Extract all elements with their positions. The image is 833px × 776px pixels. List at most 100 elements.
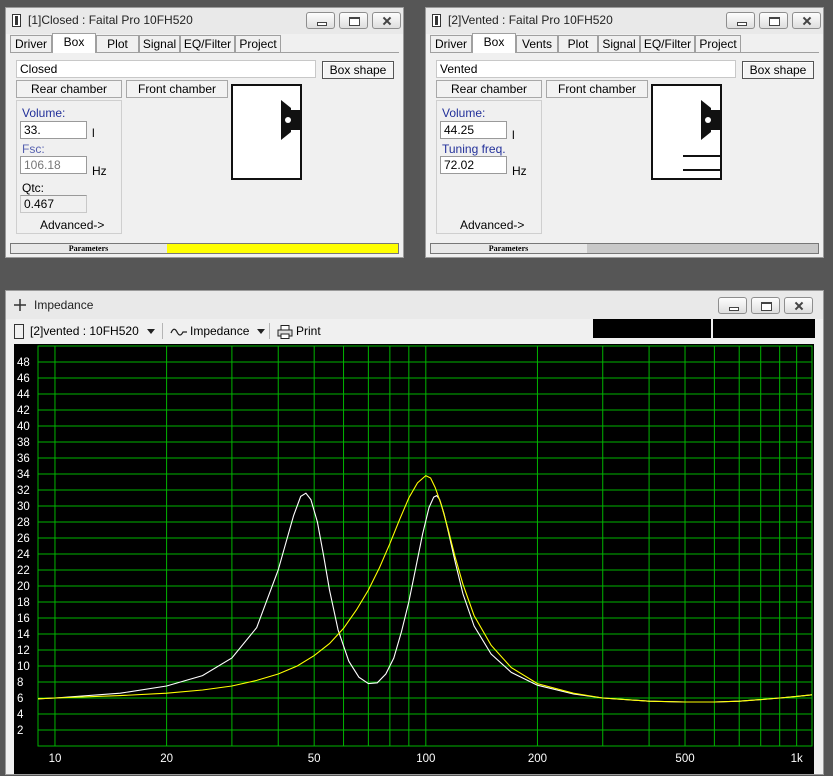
x-tick-label: 50 bbox=[308, 753, 321, 765]
tuning-freq-label: Tuning freq. bbox=[442, 142, 506, 156]
qtc-value: 0.467 bbox=[20, 195, 87, 213]
impedance-window: Impedance [2]vented : 10FH520 Impedance … bbox=[5, 290, 824, 775]
status-indicator bbox=[587, 244, 818, 253]
impedance-series-2 bbox=[37, 474, 813, 703]
closed-tabbar: Driver Box Plot Signal EQ/Filter Project bbox=[10, 33, 399, 53]
speaker-driver-icon bbox=[281, 100, 300, 140]
tab-project[interactable]: Project bbox=[235, 35, 281, 52]
box-type-field[interactable]: Vented bbox=[436, 60, 736, 78]
tab-plot[interactable]: Plot bbox=[96, 35, 139, 52]
y-tick-label: 40 bbox=[17, 421, 30, 433]
box-shape-button[interactable]: Box shape bbox=[322, 61, 394, 79]
cursor-readout-right bbox=[713, 319, 815, 338]
front-chamber-button[interactable]: Front chamber bbox=[546, 80, 648, 98]
fsc-unit: Hz bbox=[92, 164, 107, 178]
maximize-button[interactable] bbox=[751, 297, 780, 314]
project-select-value: [2]vented : 10FH520 bbox=[30, 324, 139, 338]
closed-window-titlebar[interactable]: [1]Closed : Faital Pro 10FH520 bbox=[6, 8, 403, 34]
x-tick-label: 100 bbox=[416, 753, 435, 765]
maximize-button[interactable] bbox=[339, 12, 368, 29]
tab-eq-filter[interactable]: EQ/Filter bbox=[180, 35, 235, 52]
chevron-down-icon bbox=[146, 329, 155, 335]
y-tick-label: 20 bbox=[17, 581, 30, 593]
close-button[interactable] bbox=[792, 12, 821, 29]
minimize-button[interactable] bbox=[306, 12, 335, 29]
print-button[interactable]: Print bbox=[277, 321, 321, 341]
minimize-button[interactable] bbox=[718, 297, 747, 314]
y-tick-label: 2 bbox=[17, 725, 23, 737]
close-button[interactable] bbox=[372, 12, 401, 29]
fsc-label: Fsc: bbox=[22, 142, 45, 156]
tab-box[interactable]: Box bbox=[52, 33, 96, 53]
volume-input[interactable]: 44.25 bbox=[440, 121, 507, 139]
box-type-field[interactable]: Closed bbox=[16, 60, 316, 78]
vented-tabbar: Driver Box Vents Plot Signal EQ/Filter P… bbox=[430, 33, 819, 53]
crosshair-icon bbox=[14, 299, 26, 311]
y-tick-label: 44 bbox=[17, 389, 30, 401]
maximize-button[interactable] bbox=[759, 12, 788, 29]
chevron-down-icon bbox=[257, 329, 266, 335]
y-tick-label: 18 bbox=[17, 597, 30, 609]
tuning-freq-unit: Hz bbox=[512, 164, 527, 178]
vented-box-diagram bbox=[651, 84, 722, 180]
front-chamber-button[interactable]: Front chamber bbox=[126, 80, 228, 98]
x-tick-label: 20 bbox=[160, 753, 173, 765]
closed-box-window: [1]Closed : Faital Pro 10FH520 Driver Bo… bbox=[5, 7, 404, 258]
project-select[interactable]: [2]vented : 10FH520 bbox=[14, 321, 155, 341]
y-tick-label: 34 bbox=[17, 469, 30, 481]
x-tick-label: 500 bbox=[675, 753, 694, 765]
y-tick-label: 4 bbox=[17, 709, 24, 721]
y-tick-label: 46 bbox=[17, 373, 30, 385]
impedance-chart[interactable]: 2 4 6 8 10 12 14 16 18 20 22 24 26 28 30 32 34 36 38 40 42 44… bbox=[14, 344, 814, 774]
tab-plot[interactable]: Plot bbox=[558, 35, 598, 52]
y-tick-label: 24 bbox=[17, 549, 30, 561]
status-indicator bbox=[167, 244, 398, 253]
advanced-link[interactable]: Advanced-> bbox=[460, 218, 524, 232]
volume-label: Volume: bbox=[22, 106, 66, 120]
y-tick-label: 30 bbox=[17, 501, 30, 513]
x-tick-label: 1k bbox=[791, 753, 803, 765]
tab-driver[interactable]: Driver bbox=[430, 35, 472, 52]
impedance-series-1 bbox=[37, 492, 813, 703]
tab-driver[interactable]: Driver bbox=[10, 35, 52, 52]
close-button[interactable] bbox=[784, 297, 813, 314]
document-icon bbox=[14, 324, 24, 340]
printer-icon bbox=[277, 324, 293, 339]
tab-signal[interactable]: Signal bbox=[598, 35, 640, 52]
y-tick-label: 26 bbox=[17, 533, 30, 545]
plot-type-value: Impedance bbox=[190, 324, 250, 338]
plot-type-select[interactable]: Impedance bbox=[170, 321, 266, 341]
rear-chamber-button[interactable]: Rear chamber bbox=[436, 80, 542, 98]
tab-signal[interactable]: Signal bbox=[139, 35, 180, 52]
box-shape-button[interactable]: Box shape bbox=[742, 61, 814, 79]
impedance-window-titlebar[interactable]: Impedance bbox=[6, 291, 823, 319]
tab-box[interactable]: Box bbox=[472, 33, 516, 53]
advanced-link[interactable]: Advanced-> bbox=[40, 218, 104, 232]
rear-chamber-button[interactable]: Rear chamber bbox=[16, 80, 122, 98]
y-tick-label: 32 bbox=[17, 485, 30, 497]
print-label: Print bbox=[296, 324, 321, 338]
qtc-label: Qtc: bbox=[22, 181, 45, 195]
status-label: Parameters bbox=[488, 244, 529, 253]
y-tick-label: 48 bbox=[17, 357, 30, 369]
toolbar-separator bbox=[162, 323, 163, 339]
impedance-chart-svg[interactable]: 2468101214161820222426283032343638404244… bbox=[14, 344, 814, 774]
tab-project[interactable]: Project bbox=[695, 35, 741, 52]
volume-input[interactable]: 33. bbox=[20, 121, 87, 139]
y-tick-label: 6 bbox=[17, 693, 23, 705]
tuning-freq-input[interactable]: 72.02 bbox=[440, 156, 507, 174]
y-tick-label: 22 bbox=[17, 565, 30, 577]
y-tick-label: 12 bbox=[17, 645, 30, 657]
y-tick-label: 28 bbox=[17, 517, 30, 529]
plot-frame bbox=[37, 345, 813, 747]
fsc-input[interactable]: 106.18 bbox=[20, 156, 87, 174]
tab-vents[interactable]: Vents bbox=[516, 35, 558, 52]
closed-status-bar: Parameters bbox=[10, 243, 399, 254]
status-label: Parameters bbox=[68, 244, 109, 253]
document-icon bbox=[432, 14, 441, 27]
y-tick-label: 42 bbox=[17, 405, 30, 417]
vented-status-bar: Parameters bbox=[430, 243, 819, 254]
minimize-button[interactable] bbox=[726, 12, 755, 29]
vented-window-titlebar[interactable]: [2]Vented : Faital Pro 10FH520 bbox=[426, 8, 823, 34]
tab-eq-filter[interactable]: EQ/Filter bbox=[640, 35, 695, 52]
